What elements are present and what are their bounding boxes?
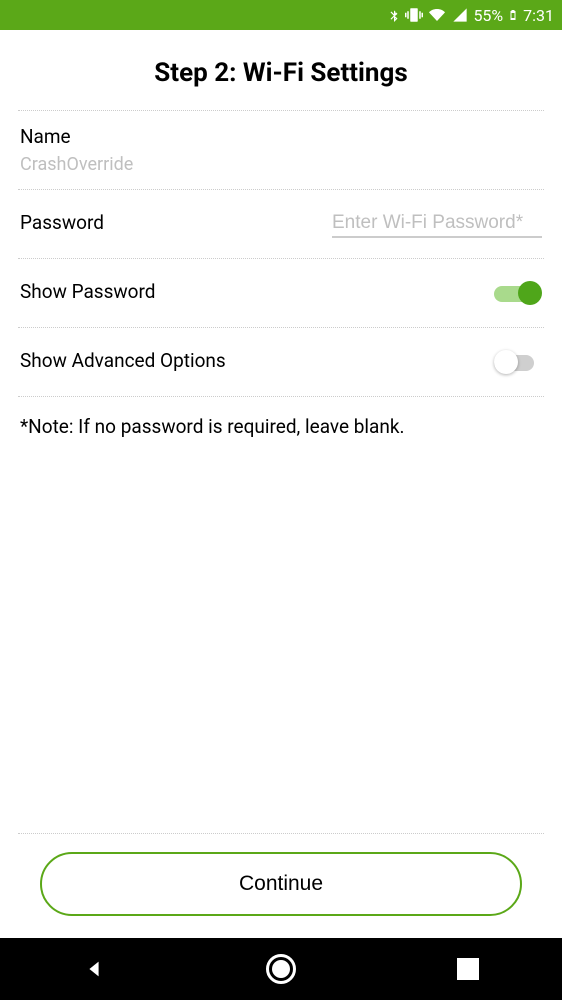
battery-icon (507, 6, 519, 24)
nav-bar (0, 938, 562, 1000)
show-advanced-toggle[interactable] (494, 348, 542, 376)
show-password-toggle[interactable] (494, 279, 542, 307)
password-input[interactable] (332, 210, 542, 238)
recent-apps-button[interactable] (438, 958, 498, 980)
bluetooth-icon (387, 6, 401, 24)
status-bar: 55% 7:31 (0, 0, 562, 30)
home-button[interactable] (251, 954, 311, 984)
name-section: Name CrashOverride (0, 111, 562, 189)
clock-time: 7:31 (523, 6, 554, 25)
signal-icon (451, 7, 469, 23)
content-area: Step 2: Wi-Fi Settings Name CrashOverrid… (0, 30, 562, 938)
vibrate-icon (405, 6, 423, 24)
show-password-row: Show Password (0, 259, 562, 327)
show-password-label: Show Password (20, 280, 156, 303)
divider (18, 833, 544, 834)
password-section: Password (0, 190, 562, 258)
continue-button[interactable]: Continue (40, 852, 522, 916)
show-advanced-label: Show Advanced Options (20, 349, 226, 372)
page-title: Step 2: Wi-Fi Settings (0, 30, 562, 110)
name-label: Name (20, 125, 542, 148)
name-value: CrashOverride (20, 154, 542, 175)
back-button[interactable] (64, 958, 124, 980)
show-advanced-row: Show Advanced Options (0, 328, 562, 396)
wifi-icon (427, 7, 447, 23)
note-text: *Note: If no password is required, leave… (0, 397, 562, 456)
password-label: Password (20, 211, 104, 234)
battery-pct: 55% (473, 6, 503, 25)
